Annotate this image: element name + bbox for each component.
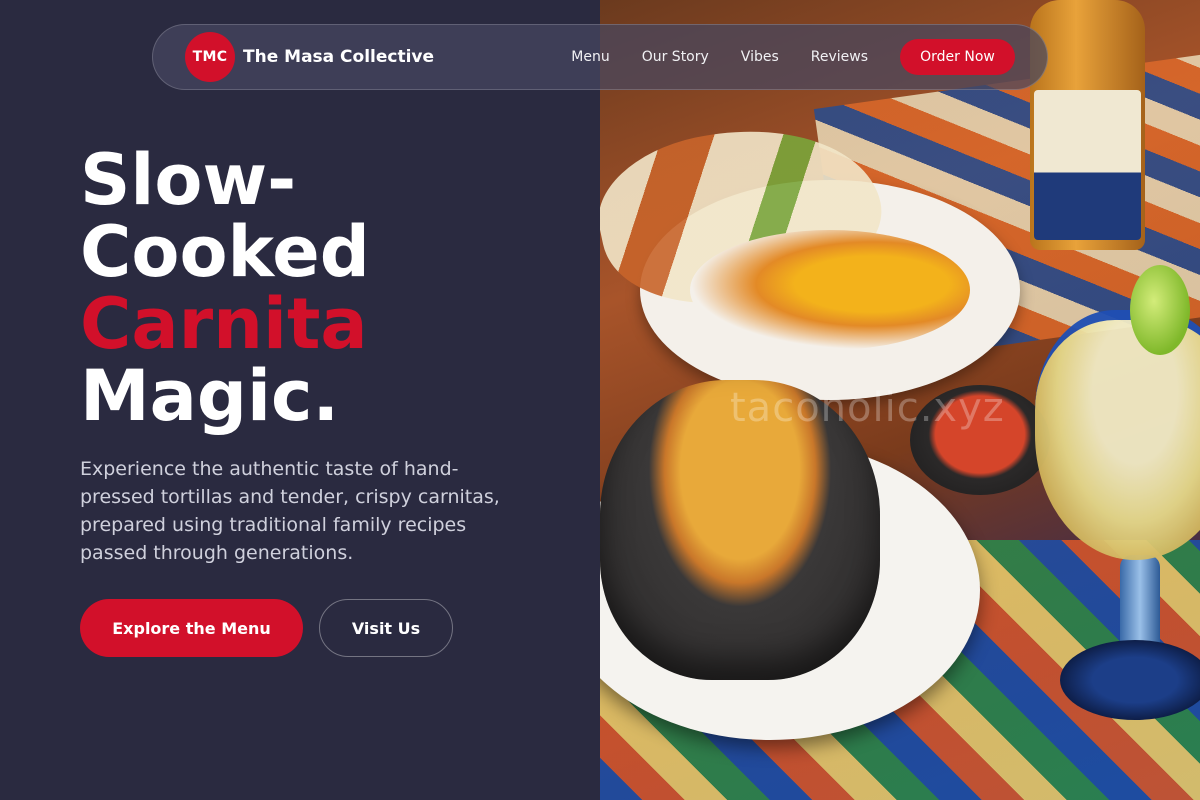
order-now-button[interactable]: Order Now [900, 39, 1015, 75]
hero-description: Experience the authentic taste of hand-p… [80, 458, 500, 564]
visit-us-button[interactable]: Visit Us [319, 599, 453, 657]
top-navbar: TMC The Masa Collective Menu Our Story V… [152, 24, 1048, 90]
lime-wedge [1130, 265, 1190, 355]
nav-link-vibes[interactable]: Vibes [741, 49, 779, 65]
logo-badge[interactable]: TMC [185, 32, 235, 82]
hero-title: Slow- Cooked Carnita Magic. [80, 144, 370, 432]
hero-title-line-1: Slow- [80, 139, 297, 221]
nav-link-menu[interactable]: Menu [571, 49, 609, 65]
nav-link-our-story[interactable]: Our Story [642, 49, 709, 65]
explore-menu-button[interactable]: Explore the Menu [80, 599, 303, 657]
hero-title-line-4: Magic. [80, 355, 340, 437]
hero-food-image: taconolic.xyz [600, 0, 1200, 800]
beer-bottle-label [1034, 90, 1141, 240]
nav-links: Menu Our Story Vibes Reviews [571, 49, 868, 65]
hero-title-accent: Carnita [80, 283, 368, 365]
margarita-glass-base [1060, 640, 1200, 720]
nav-link-reviews[interactable]: Reviews [811, 49, 868, 65]
brand-name[interactable]: The Masa Collective [243, 47, 434, 67]
image-watermark: taconolic.xyz [730, 385, 1005, 431]
hero-title-line-2: Cooked [80, 211, 370, 293]
sauce-bowl [690, 230, 970, 350]
